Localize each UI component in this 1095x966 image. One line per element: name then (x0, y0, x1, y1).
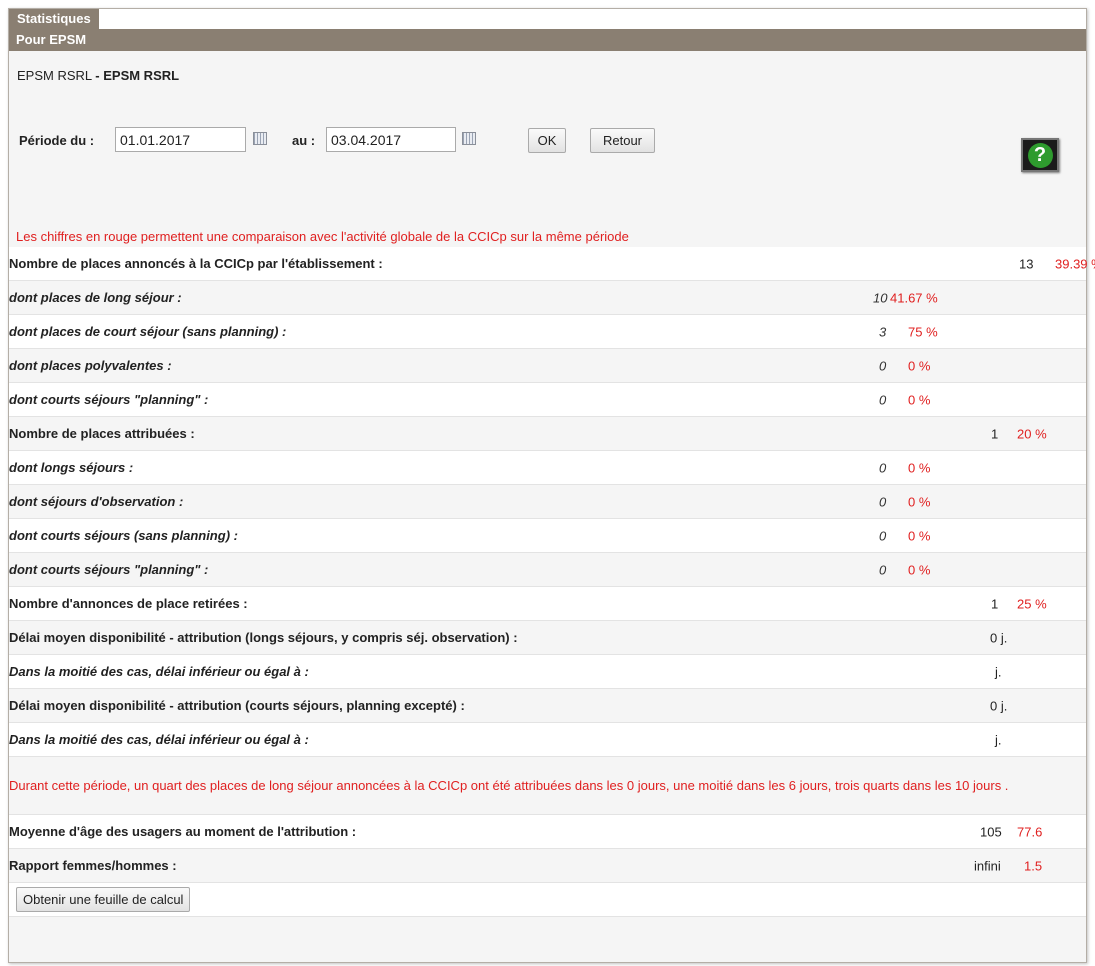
calendar-to-icon[interactable] (462, 132, 476, 145)
calendar-from-icon[interactable] (253, 132, 267, 145)
row-label: Rapport femmes/hommes : (9, 848, 844, 883)
row-compare: 20 % (1017, 426, 1047, 441)
statistics-panel: Statistiques Pour EPSM EPSM RSRL - EPSM … (8, 8, 1095, 963)
row-value: j. (995, 732, 1002, 747)
row-compare: 25 % (1017, 596, 1047, 611)
row-value: infini (974, 858, 1001, 873)
row-value: 0 j. (990, 698, 1008, 713)
row-value: 0 (879, 528, 887, 543)
row-label: Délai moyen disponibilité - attribution … (9, 688, 844, 723)
row-compare: 0 % (908, 528, 931, 543)
establishment-line: EPSM RSRL - EPSM RSRL (17, 68, 179, 83)
table-row: Nombre d'annonces de place retirées : 1 2… (9, 586, 1086, 621)
row-value: 3 (879, 324, 887, 339)
row-label: dont places de court séjour (sans planni… (9, 314, 844, 349)
tab-statistiques[interactable]: Statistiques (9, 9, 101, 29)
tab-strip: Statistiques (9, 9, 1086, 29)
period-to-label: au : (292, 133, 316, 148)
back-button[interactable]: Retour (590, 128, 655, 153)
row-value: 0 (879, 460, 887, 475)
row-label: dont places de long séjour : (9, 280, 844, 315)
row-compare: 0 % (908, 562, 931, 577)
row-label: Moyenne d'âge des usagers au moment de l… (9, 814, 844, 849)
row-compare: 41.67 % (890, 290, 938, 305)
row-compare: 39.39 % (1055, 256, 1095, 271)
row-label: dont longs séjours : (9, 450, 844, 485)
table-row: Délai moyen disponibilité - attribution … (9, 620, 1086, 655)
row-value: 0 (879, 494, 887, 509)
row-value: 0 j. (990, 630, 1008, 645)
row-value: j. (995, 664, 1002, 679)
row-compare: 75 % (908, 324, 938, 339)
row-value: 13 (1019, 256, 1034, 271)
row-label: dont places polyvalentes : (9, 348, 844, 383)
section-header: Pour EPSM (9, 29, 1086, 51)
row-value: 0 (879, 392, 887, 407)
row-compare: 77.6 (1017, 824, 1043, 839)
table-row: Durant cette période, un quart des place… (9, 756, 1086, 815)
establishment-name: - EPSM RSRL (95, 68, 180, 83)
row-label: Dans la moitié des cas, délai inférieur … (9, 654, 844, 689)
row-label: dont courts séjours "planning" : (9, 382, 844, 417)
table-row: dont longs séjours : 0 0 % (9, 450, 1086, 485)
row-label: Dans la moitié des cas, délai inférieur … (9, 722, 844, 757)
table-row: Dans la moitié des cas, délai inférieur … (9, 654, 1086, 689)
table-row: dont séjours d'observation : 0 0 % (9, 484, 1086, 519)
row-value: 10 (873, 290, 888, 305)
ok-button[interactable]: OK (528, 128, 566, 153)
row-label: dont courts séjours "planning" : (9, 552, 844, 587)
row-value: 105 (980, 824, 1002, 839)
row-label: Délai moyen disponibilité - attribution … (9, 620, 844, 655)
table-row: Moyenne d'âge des usagers au moment de l… (9, 814, 1086, 849)
statistics-table: Nombre de places annoncés à la CCICp par… (9, 247, 1095, 917)
row-value: 1 (991, 426, 999, 441)
table-row: dont places de long séjour : 10 41.67 % (9, 280, 1086, 315)
row-label: dont courts séjours (sans planning) : (9, 518, 844, 553)
table-row: Nombre de places annoncés à la CCICp par… (9, 247, 1095, 281)
row-compare: 0 % (908, 494, 931, 509)
row-compare: 0 % (908, 392, 931, 407)
date-to-input[interactable] (326, 127, 456, 152)
table-row: dont courts séjours (sans planning) : 0 … (9, 518, 1086, 553)
period-from-label: Période du : (19, 133, 95, 148)
row-label: dont séjours d'observation : (9, 484, 844, 519)
row-label: Nombre de places annoncés à la CCICp par… (9, 247, 844, 281)
table-row: Délai moyen disponibilité - attribution … (9, 688, 1086, 723)
export-spreadsheet-button[interactable]: Obtenir une feuille de calcul (16, 887, 191, 912)
question-icon: ? (1027, 142, 1053, 168)
table-row: dont places de court séjour (sans planni… (9, 314, 1086, 349)
summary-note: Durant cette période, un quart des place… (9, 756, 1086, 815)
establishment-short: EPSM RSRL (17, 68, 92, 83)
row-label: Nombre de places attribuées : (9, 416, 844, 451)
row-compare: 0 % (908, 358, 931, 373)
row-value: 0 (879, 562, 887, 577)
date-from-input[interactable] (115, 127, 246, 152)
help-button[interactable]: ? (1021, 138, 1059, 172)
table-row: dont places polyvalentes : 0 0 % (9, 348, 1086, 383)
row-compare: 0 % (908, 460, 931, 475)
row-compare: 1.5 (1024, 858, 1043, 873)
row-value: 1 (991, 596, 999, 611)
comparison-notice: Les chiffres en rouge permettent une com… (16, 229, 629, 244)
table-row: Nombre de places attribuées : 1 20 % (9, 416, 1086, 451)
row-value: 0 (879, 358, 887, 373)
table-row: dont courts séjours "planning" : 0 0 % (9, 552, 1086, 587)
table-row: Dans la moitié des cas, délai inférieur … (9, 722, 1086, 757)
table-row: Obtenir une feuille de calcul (9, 882, 1086, 917)
table-row: Rapport femmes/hommes : infini 1.5 (9, 848, 1086, 883)
table-row: dont courts séjours "planning" : 0 0 % (9, 382, 1086, 417)
row-label: Nombre d'annonces de place retirées : (9, 586, 844, 621)
